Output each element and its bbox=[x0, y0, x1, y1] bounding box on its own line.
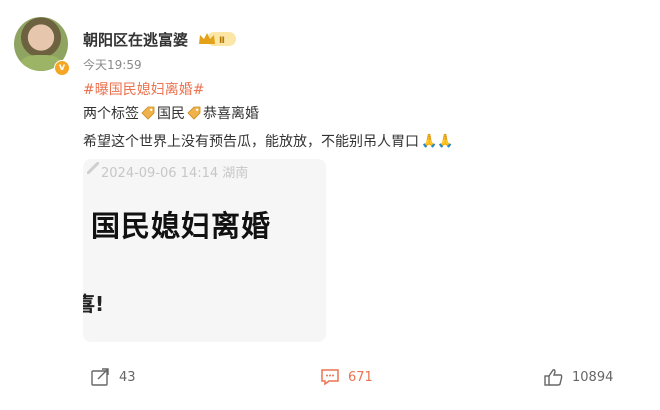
share-icon bbox=[91, 368, 109, 386]
post-text-line-2: 希望这个世界上没有预告瓜，能放放，不能别吊人胃口 🙏🙏 bbox=[83, 131, 453, 151]
member-level-text: Ⅱ bbox=[219, 36, 225, 46]
post-tag-2: 恭喜离婚 bbox=[203, 106, 259, 122]
post-tag-1: 国民 bbox=[157, 106, 185, 122]
image-headline-text: 国民媳妇离婚 bbox=[91, 209, 272, 243]
comment-button[interactable]: 671 bbox=[320, 368, 373, 386]
username[interactable]: 朝阳区在逃富婆 bbox=[83, 29, 188, 50]
image-date-overlay: 2024-09-06 14:14 湖南 bbox=[101, 166, 249, 181]
post-text-prefix: 两个标签 bbox=[83, 106, 139, 122]
verified-badge-icon: v bbox=[54, 60, 70, 76]
post-timestamp[interactable]: 今天19:59 bbox=[83, 56, 142, 73]
thumbs-up-icon bbox=[544, 369, 563, 386]
comment-count: 671 bbox=[348, 369, 373, 385]
like-button[interactable]: 10894 bbox=[544, 368, 613, 386]
share-count: 43 bbox=[119, 369, 136, 385]
price-tag-icon bbox=[187, 106, 201, 120]
share-button[interactable]: 43 bbox=[91, 368, 136, 386]
image-tail-text: 喜! bbox=[83, 292, 105, 316]
like-count: 10894 bbox=[572, 369, 614, 385]
post-text-body: 希望这个世界上没有预告瓜，能放放，不能别吊人胃口 bbox=[83, 134, 419, 150]
post-text-line-1: 两个标签 国民 恭喜离婚 bbox=[83, 103, 259, 123]
praying-hands-icon: 🙏🙏 bbox=[421, 133, 454, 149]
comment-icon bbox=[321, 369, 339, 386]
member-crown-icon[interactable]: Ⅱ bbox=[197, 31, 237, 47]
topic-hashtag-link[interactable]: #曝国民媳妇离婚# bbox=[83, 79, 204, 99]
price-tag-icon bbox=[141, 106, 155, 120]
post-image[interactable]: 2024-09-06 14:14 湖南 国民媳妇离婚 喜! bbox=[83, 159, 326, 342]
image-corner-icon bbox=[87, 162, 99, 174]
